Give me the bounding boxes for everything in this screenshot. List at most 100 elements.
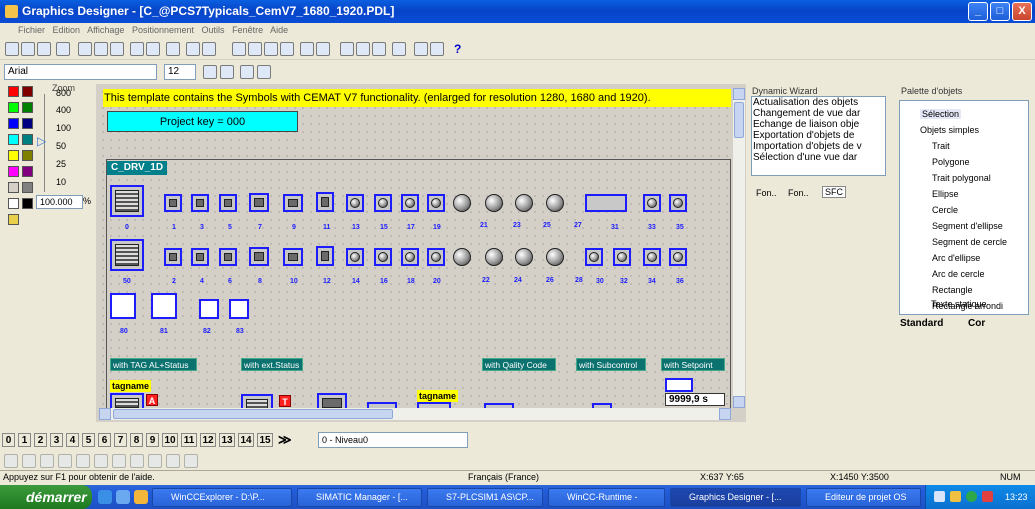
conveyor-symbol-31[interactable] bbox=[585, 194, 627, 212]
open-icon[interactable] bbox=[21, 42, 35, 56]
drawing-canvas[interactable]: This template contains the Symbols with … bbox=[99, 88, 731, 408]
motor-symbol-7[interactable] bbox=[249, 193, 269, 212]
color-swatch-cyan[interactable] bbox=[8, 134, 19, 145]
with-subcontrol-button[interactable]: with Subcontrol bbox=[576, 358, 646, 371]
valve-symbol-26[interactable] bbox=[515, 248, 533, 266]
center-h-icon[interactable] bbox=[76, 454, 90, 468]
palette-item-static-text[interactable]: Texte statique bbox=[931, 299, 987, 309]
color-swatch-teal[interactable] bbox=[22, 134, 33, 145]
fan-symbol-83[interactable] bbox=[229, 299, 249, 319]
layers-down-icon[interactable] bbox=[316, 42, 330, 56]
color-swatch-darkred[interactable] bbox=[22, 86, 33, 97]
hscroll-thumb[interactable] bbox=[113, 409, 393, 419]
motor-symbol-t[interactable] bbox=[317, 393, 347, 408]
new-icon[interactable] bbox=[5, 42, 19, 56]
palette-group-simple-objects[interactable]: Objets simples bbox=[920, 125, 979, 135]
layer-button-5[interactable]: 5 bbox=[82, 433, 95, 447]
snap-icon[interactable] bbox=[430, 42, 444, 56]
center-v-icon[interactable] bbox=[94, 454, 108, 468]
color-swatch-magenta[interactable] bbox=[8, 166, 19, 177]
run-icon[interactable] bbox=[56, 42, 70, 56]
task-plcsim[interactable]: S7-PLCSIM1 AS\CP... bbox=[427, 488, 543, 507]
layer-button-9[interactable]: 9 bbox=[146, 433, 159, 447]
library-icon[interactable] bbox=[392, 42, 406, 56]
list-item[interactable]: Echange de liaison obje bbox=[752, 119, 885, 130]
layer-button-13[interactable]: 13 bbox=[219, 433, 235, 447]
task-editeur-projet-os[interactable]: Editeur de projet OS bbox=[806, 488, 921, 507]
palette-item-circle-arc[interactable]: Arc de cercle bbox=[932, 269, 985, 279]
scroll-down-button[interactable] bbox=[733, 396, 745, 408]
same-size-icon[interactable] bbox=[184, 454, 198, 468]
fan-symbol-80[interactable] bbox=[110, 293, 136, 319]
start-button[interactable]: démarrer bbox=[0, 485, 92, 509]
with-tag-al-status-button[interactable]: with TAG AL+Status bbox=[110, 358, 197, 371]
align-right-icon[interactable] bbox=[22, 454, 36, 468]
align-top-icon[interactable] bbox=[40, 454, 54, 468]
spread-v-icon[interactable] bbox=[130, 454, 144, 468]
menu-affichage[interactable]: Affichage bbox=[87, 25, 124, 35]
valve-symbol-22[interactable] bbox=[453, 248, 471, 266]
print-icon[interactable] bbox=[166, 42, 180, 56]
scroll-thumb[interactable] bbox=[734, 102, 744, 138]
quicklaunch-ie-icon[interactable] bbox=[98, 490, 112, 504]
color-palette-icon[interactable] bbox=[8, 214, 19, 225]
valve-symbol-17[interactable] bbox=[401, 194, 419, 212]
color-swatch-yellow[interactable] bbox=[8, 150, 19, 161]
valve-symbol-19[interactable] bbox=[427, 194, 445, 212]
canvas-vertical-scrollbar[interactable] bbox=[733, 88, 745, 408]
tagname-label[interactable]: tagname bbox=[110, 380, 152, 392]
fill-color-icon[interactable] bbox=[220, 65, 234, 79]
task-simatic-manager[interactable]: SIMATIC Manager - [... bbox=[297, 488, 422, 507]
color-swatch-darkgreen[interactable] bbox=[22, 102, 33, 113]
motor-symbol-1[interactable] bbox=[164, 194, 182, 212]
layer-button-6[interactable]: 6 bbox=[98, 433, 111, 447]
palette-item-line[interactable]: Trait bbox=[932, 141, 950, 151]
valve-symbol-15[interactable] bbox=[374, 194, 392, 212]
palette-tree[interactable]: Sélection Objets simples Trait Polygone … bbox=[899, 100, 1029, 315]
layer-button-8[interactable]: 8 bbox=[130, 433, 143, 447]
tray-volume-icon[interactable] bbox=[950, 491, 961, 502]
symbol-35[interactable] bbox=[669, 194, 687, 212]
layer-button-14[interactable]: 14 bbox=[238, 433, 254, 447]
paste-icon[interactable] bbox=[110, 42, 124, 56]
palette-item-ellipse-segment[interactable]: Segment d'ellipse bbox=[932, 221, 1003, 231]
palette-item-ellipse-arc[interactable]: Arc d'ellipse bbox=[932, 253, 980, 263]
color-swatch-navy[interactable] bbox=[22, 118, 33, 129]
quicklaunch-media-icon[interactable] bbox=[134, 490, 148, 504]
motor-symbol-5[interactable] bbox=[219, 194, 237, 212]
quicklaunch-desktop-icon[interactable] bbox=[116, 490, 130, 504]
symbol-36[interactable] bbox=[669, 248, 687, 266]
valve-symbol-18[interactable] bbox=[401, 248, 419, 266]
with-setpoint-button[interactable]: with Setpoint bbox=[661, 358, 725, 371]
motor-symbol-4[interactable] bbox=[191, 248, 209, 266]
motor-symbol-12[interactable] bbox=[316, 246, 334, 266]
symbol-33[interactable] bbox=[643, 194, 661, 212]
palette-tab-cor[interactable]: Cor bbox=[968, 318, 985, 329]
layer-button-2[interactable]: 2 bbox=[34, 433, 47, 447]
scroll-up-button[interactable] bbox=[733, 88, 745, 100]
zoom-slider-handle-icon[interactable]: ▷ bbox=[37, 134, 46, 148]
motor-symbol-50[interactable] bbox=[110, 239, 144, 271]
color-swatch-olive[interactable] bbox=[22, 150, 33, 161]
canvas-horizontal-scrollbar[interactable] bbox=[99, 408, 731, 420]
tagname-label-2[interactable]: tagname bbox=[417, 390, 459, 402]
close-button[interactable]: X bbox=[1012, 2, 1032, 21]
menu-outils[interactable]: Outils bbox=[202, 25, 225, 35]
palette-item-polygon[interactable]: Polygone bbox=[932, 157, 970, 167]
minimize-button[interactable]: _ bbox=[968, 2, 988, 21]
color-swatch-white[interactable] bbox=[8, 198, 19, 209]
valve-symbol-21[interactable] bbox=[453, 194, 471, 212]
layer-button-12[interactable]: 12 bbox=[200, 433, 216, 447]
valve-symbol-28[interactable] bbox=[546, 248, 564, 266]
properties-icon[interactable] bbox=[186, 42, 200, 56]
palette-tab-standard[interactable]: Standard bbox=[900, 318, 943, 329]
layer-button-15[interactable]: 15 bbox=[257, 433, 273, 447]
with-quality-code-button[interactable]: with Qality Code bbox=[482, 358, 556, 371]
project-key-field[interactable]: Project key = 000 bbox=[107, 111, 298, 132]
motor-symbol-6[interactable] bbox=[219, 248, 237, 266]
zoom-level-100[interactable]: 100 bbox=[56, 123, 71, 133]
same-width-icon[interactable] bbox=[148, 454, 162, 468]
color-swatch-gray[interactable] bbox=[8, 182, 19, 193]
setpoint-value[interactable]: 9999,9 s bbox=[665, 393, 725, 406]
palette-item-polyline[interactable]: Trait polygonal bbox=[932, 173, 991, 183]
